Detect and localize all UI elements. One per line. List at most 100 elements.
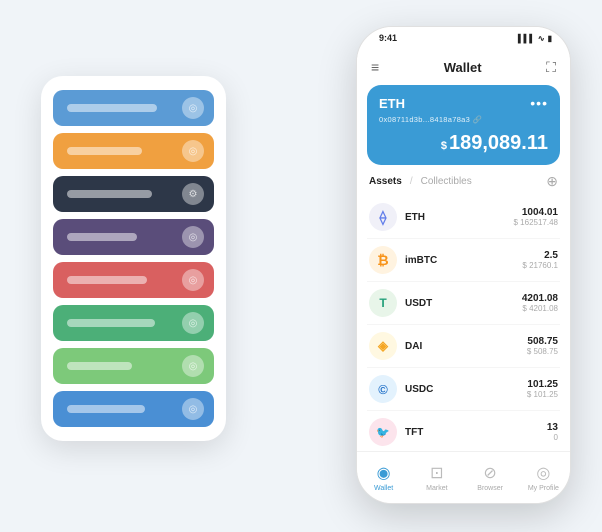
- usdt-amounts: 4201.08 $ 4201.08: [522, 293, 558, 313]
- wallet-nav-label: Wallet: [374, 485, 393, 492]
- token-item-imbtc[interactable]: ₿ imBTC 2.5 $ 21760.1: [367, 239, 560, 282]
- card-item[interactable]: ◎: [53, 391, 214, 427]
- card-line: [67, 233, 137, 241]
- status-icons: ▌▌▌ ∿ ▮: [518, 34, 552, 43]
- usdc-token-name: USDC: [405, 384, 527, 395]
- dai-token-icon: ◈: [369, 332, 397, 360]
- market-nav-icon: ⊡: [430, 463, 443, 483]
- eth-card[interactable]: ETH ••• 0x08711d3b...8418a78a3 🔗 $189,08…: [367, 85, 560, 165]
- eth-amounts: 1004.01 $ 162517.48: [514, 207, 559, 227]
- card-dot: ◎: [182, 398, 204, 420]
- nav-wallet[interactable]: ◉ Wallet: [357, 463, 410, 492]
- card-dot: ◎: [182, 269, 204, 291]
- assets-tab-active[interactable]: Assets: [369, 176, 402, 187]
- eth-card-address: 0x08711d3b...8418a78a3 🔗: [379, 115, 548, 124]
- token-item-usdc[interactable]: © USDC 101.25 $ 101.25: [367, 368, 560, 411]
- browser-nav-label: Browser: [477, 485, 503, 492]
- imbtc-amounts: 2.5 $ 21760.1: [522, 250, 558, 270]
- card-dot: ◎: [182, 140, 204, 162]
- card-dot: ◎: [182, 97, 204, 119]
- card-line: [67, 104, 157, 112]
- phone: 9:41 ▌▌▌ ∿ ▮ ≡ Wallet ⛶ ETH ••• 0x08711d…: [356, 26, 571, 504]
- dai-token-name: DAI: [405, 341, 527, 352]
- card-line: [67, 319, 155, 327]
- signal-icon: ▌▌▌: [518, 34, 535, 43]
- usdt-amount: 4201.08: [522, 293, 558, 304]
- usdt-token-icon: T: [369, 289, 397, 317]
- eth-balance-symbol: $: [441, 140, 447, 152]
- card-line: [67, 190, 152, 198]
- tft-usd: 0: [547, 433, 558, 442]
- phone-header: ≡ Wallet ⛶: [357, 49, 570, 85]
- eth-card-dots[interactable]: •••: [530, 95, 548, 111]
- token-item-usdt[interactable]: T USDT 4201.08 $ 4201.08: [367, 282, 560, 325]
- nav-market[interactable]: ⊡ Market: [410, 463, 463, 492]
- eth-token-name: ETH: [405, 212, 514, 223]
- assets-tabs: Assets / Collectibles: [369, 176, 472, 187]
- profile-nav-label: My Profile: [528, 485, 559, 492]
- usdt-token-name: USDT: [405, 298, 522, 309]
- status-bar: 9:41 ▌▌▌ ∿ ▮: [357, 27, 570, 49]
- browser-nav-icon: ⊘: [483, 463, 496, 483]
- tft-token-icon: 🐦: [369, 418, 397, 446]
- imbtc-amount: 2.5: [522, 250, 558, 261]
- card-item[interactable]: ◎: [53, 219, 214, 255]
- card-line: [67, 147, 142, 155]
- wifi-icon: ∿: [538, 34, 545, 43]
- wallet-nav-icon: ◉: [377, 463, 391, 483]
- market-nav-label: Market: [426, 485, 447, 492]
- usdc-amount: 101.25: [527, 379, 558, 390]
- status-time: 9:41: [379, 33, 397, 43]
- eth-card-top: ETH •••: [379, 95, 548, 111]
- nav-browser[interactable]: ⊘ Browser: [464, 463, 517, 492]
- eth-card-balance: $189,089.11: [379, 132, 548, 155]
- dai-amount: 508.75: [527, 336, 558, 347]
- usdt-usd: $ 4201.08: [522, 304, 558, 313]
- card-item[interactable]: ◎: [53, 305, 214, 341]
- card-item[interactable]: ◎: [53, 133, 214, 169]
- card-line: [67, 405, 145, 413]
- tft-amounts: 13 0: [547, 422, 558, 442]
- wallet-title: Wallet: [444, 60, 482, 75]
- dai-amounts: 508.75 $ 508.75: [527, 336, 558, 356]
- eth-usd: $ 162517.48: [514, 218, 559, 227]
- menu-icon[interactable]: ≡: [371, 59, 379, 75]
- profile-nav-icon: ◎: [536, 463, 550, 483]
- card-line: [67, 362, 132, 370]
- card-item[interactable]: ⚙: [53, 176, 214, 212]
- nav-profile[interactable]: ◎ My Profile: [517, 463, 570, 492]
- battery-icon: ▮: [548, 34, 552, 43]
- expand-icon[interactable]: ⛶: [546, 59, 556, 76]
- assets-header: Assets / Collectibles ⊕: [357, 173, 570, 196]
- token-item-dai[interactable]: ◈ DAI 508.75 $ 508.75: [367, 325, 560, 368]
- token-item-tft[interactable]: 🐦 TFT 13 0: [367, 411, 560, 451]
- eth-token-icon: ⟠: [369, 203, 397, 231]
- eth-amount: 1004.01: [514, 207, 559, 218]
- usdc-amounts: 101.25 $ 101.25: [527, 379, 558, 399]
- card-line: [67, 276, 147, 284]
- card-dot: ◎: [182, 312, 204, 334]
- card-item[interactable]: ◎: [53, 262, 214, 298]
- usdc-usd: $ 101.25: [527, 390, 558, 399]
- bottom-nav: ◉ Wallet ⊡ Market ⊘ Browser ◎ My Profile: [357, 451, 570, 503]
- eth-card-title: ETH: [379, 96, 405, 111]
- add-asset-button[interactable]: ⊕: [546, 173, 558, 190]
- card-item[interactable]: ◎: [53, 90, 214, 126]
- card-stack: ◎ ◎ ⚙ ◎ ◎ ◎ ◎ ◎: [41, 76, 226, 441]
- card-dot: ◎: [182, 226, 204, 248]
- tft-token-name: TFT: [405, 427, 547, 438]
- usdc-token-icon: ©: [369, 375, 397, 403]
- token-item-eth[interactable]: ⟠ ETH 1004.01 $ 162517.48: [367, 196, 560, 239]
- token-list: ⟠ ETH 1004.01 $ 162517.48 ₿ imBTC 2.5 $ …: [357, 196, 570, 451]
- assets-tab-inactive[interactable]: Collectibles: [421, 176, 472, 187]
- imbtc-token-name: imBTC: [405, 255, 522, 266]
- dai-usd: $ 508.75: [527, 347, 558, 356]
- imbtc-token-icon: ₿: [369, 246, 397, 274]
- card-dot: ⚙: [182, 183, 204, 205]
- eth-balance-amount: 189,089.11: [449, 132, 548, 154]
- card-item[interactable]: ◎: [53, 348, 214, 384]
- scene: ◎ ◎ ⚙ ◎ ◎ ◎ ◎ ◎: [21, 16, 581, 516]
- tab-separator: /: [410, 176, 413, 187]
- tft-amount: 13: [547, 422, 558, 433]
- card-dot: ◎: [182, 355, 204, 377]
